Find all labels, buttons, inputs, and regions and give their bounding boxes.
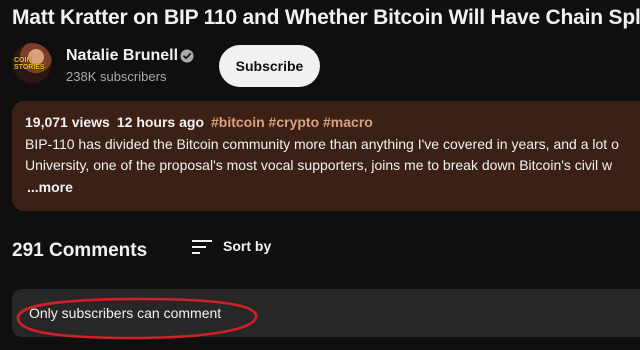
view-count: 19,071 views bbox=[25, 114, 110, 130]
video-title: Matt Kratter on BIP 110 and Whether Bitc… bbox=[12, 6, 640, 29]
description-meta: 19,071 views 12 hours ago #bitcoin #crypto… bbox=[25, 114, 373, 130]
subscriber-count: 238K subscribers bbox=[66, 69, 167, 84]
description-box[interactable]: 19,071 views 12 hours ago #bitcoin #crypto… bbox=[12, 101, 640, 211]
subscribe-button[interactable]: Subscribe bbox=[219, 45, 320, 87]
video-details-page: Matt Kratter on BIP 110 and Whether Bitc… bbox=[0, 0, 640, 350]
description-line-1: BIP-110 has divided the Bitcoin communit… bbox=[25, 136, 619, 152]
hashtags[interactable]: #bitcoin #crypto #macro bbox=[211, 114, 373, 130]
show-more-link[interactable]: ...more bbox=[27, 179, 73, 195]
upload-age: 12 hours ago bbox=[116, 114, 204, 130]
description-line-2: University, one of the proposal's most v… bbox=[25, 157, 613, 173]
sort-by-button[interactable]: Sort by bbox=[223, 238, 271, 254]
comments-count: 291 Comments bbox=[12, 240, 148, 261]
sort-icon[interactable] bbox=[191, 238, 213, 256]
avatar-logo-text: COIN STORIES bbox=[14, 57, 45, 71]
channel-avatar[interactable]: COIN STORIES bbox=[12, 43, 52, 83]
annotation-ellipse bbox=[16, 297, 258, 340]
channel-name[interactable]: Natalie Brunell bbox=[66, 47, 178, 65]
verified-check-icon bbox=[180, 49, 194, 63]
